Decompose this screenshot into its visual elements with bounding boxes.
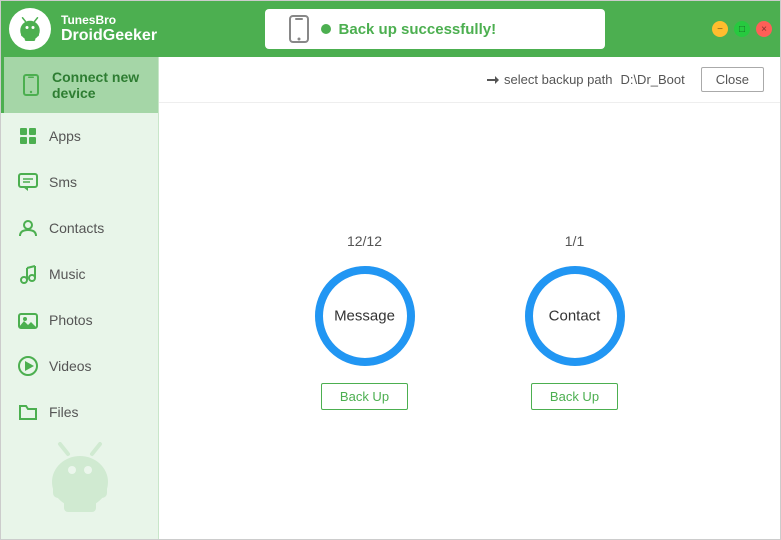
photos-icon [17, 309, 39, 331]
app-window: TunesBro DroidGeeker Back up successfull… [0, 0, 781, 540]
contact-backup-button[interactable]: Back Up [531, 383, 618, 410]
backup-path-section: select backup path D:\Dr_Boot [486, 72, 685, 87]
arrow-right-icon [486, 73, 500, 87]
sms-icon [17, 171, 39, 193]
app-name: TunesBro DroidGeeker [61, 13, 157, 45]
backup-item-message: 12/12 Message Back Up [310, 233, 420, 410]
phone-icon [285, 15, 313, 43]
backup-items-grid: 12/12 Message Back Up 1/1 [159, 103, 780, 539]
sidebar-label-photos: Photos [49, 312, 93, 328]
backup-path-value: D:\Dr_Boot [620, 72, 684, 87]
sidebar-label-videos: Videos [49, 358, 92, 374]
select-backup-path-button[interactable]: select backup path [486, 72, 612, 87]
success-banner: Back up successfully! [265, 9, 605, 49]
sidebar-label-music: Music [49, 266, 86, 282]
message-count: 12/12 [347, 233, 382, 249]
sidebar-label-contacts: Contacts [49, 220, 104, 236]
sidebar-item-connect[interactable]: Connect new device [1, 57, 158, 113]
sidebar-label-files: Files [49, 404, 79, 420]
sidebar: Connect new device Apps [1, 57, 159, 539]
contact-count: 1/1 [565, 233, 584, 249]
apps-icon [17, 125, 39, 147]
music-icon [17, 263, 39, 285]
success-dot [321, 24, 331, 34]
content-area: select backup path D:\Dr_Boot Close 12/1… [159, 57, 780, 539]
window-controls: − □ × [712, 21, 772, 37]
videos-icon [17, 355, 39, 377]
window-close-button[interactable]: × [756, 21, 772, 37]
files-icon [17, 401, 39, 423]
app-name-bottom: DroidGeeker [61, 27, 157, 45]
sidebar-label-connect: Connect new device [52, 69, 142, 101]
contact-circle: Contact [520, 261, 630, 371]
sidebar-label-apps: Apps [49, 128, 81, 144]
sidebar-label-sms: Sms [49, 174, 77, 190]
sidebar-item-apps[interactable]: Apps [1, 113, 158, 159]
message-backup-button[interactable]: Back Up [321, 383, 408, 410]
maximize-button[interactable]: □ [734, 21, 750, 37]
content-toolbar: select backup path D:\Dr_Boot Close [159, 57, 780, 103]
sidebar-item-photos[interactable]: Photos [1, 297, 158, 343]
backup-item-contact: 1/1 Contact Back Up [520, 233, 630, 410]
sidebar-item-files[interactable]: Files [1, 389, 158, 435]
sidebar-item-sms[interactable]: Sms [1, 159, 158, 205]
contact-label: Contact [549, 307, 601, 324]
message-circle: Message [310, 261, 420, 371]
sidebar-item-music[interactable]: Music [1, 251, 158, 297]
app-name-top: TunesBro [61, 13, 157, 27]
success-message: Back up successfully! [339, 21, 497, 38]
phone-svg-icon [288, 15, 310, 43]
connect-icon [20, 74, 42, 96]
android-watermark [40, 434, 120, 519]
select-backup-path-label: select backup path [504, 72, 612, 87]
minimize-button[interactable]: − [712, 21, 728, 37]
sidebar-item-videos[interactable]: Videos [1, 343, 158, 389]
title-bar: TunesBro DroidGeeker Back up successfull… [1, 1, 780, 57]
sidebar-item-contacts[interactable]: Contacts [1, 205, 158, 251]
contacts-icon [17, 217, 39, 239]
message-label: Message [334, 307, 395, 324]
title-bar-left: TunesBro DroidGeeker [9, 8, 157, 50]
app-logo [9, 8, 51, 50]
main-layout: Connect new device Apps [1, 57, 780, 539]
android-logo-icon [15, 14, 45, 44]
close-button[interactable]: Close [701, 67, 764, 92]
